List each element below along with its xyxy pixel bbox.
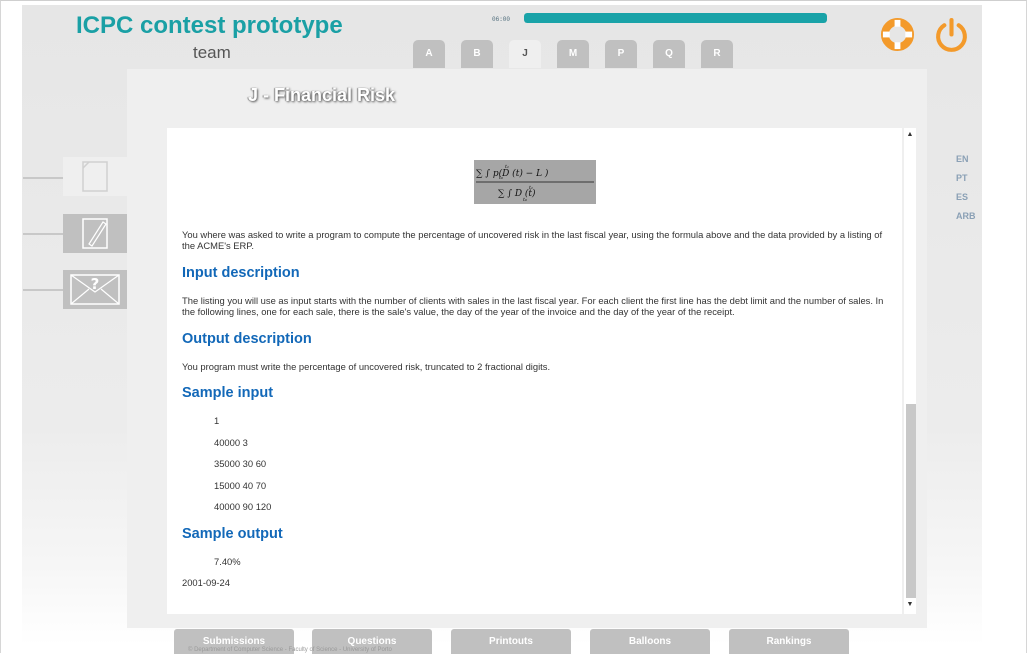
sample-input-line: 40000 3: [214, 437, 248, 448]
tab-problem-m[interactable]: M: [557, 40, 589, 68]
sample-input-line: 15000 40 70: [214, 480, 267, 491]
lifebuoy-icon[interactable]: [880, 17, 915, 52]
sample-input-heading: Sample input: [182, 385, 274, 401]
output-description: You program must write the percentage of…: [182, 361, 551, 372]
scrollbar-thumb[interactable]: [906, 404, 916, 598]
submit-solution-button[interactable]: [63, 214, 127, 253]
tab-problem-j[interactable]: J: [509, 40, 541, 68]
contest-progress-bar: [524, 13, 827, 23]
tab-problem-r[interactable]: R: [701, 40, 733, 68]
progress-fill: [524, 13, 827, 23]
input-heading: Input description: [182, 265, 300, 281]
scroll-down-arrow-icon[interactable]: ▼: [904, 600, 916, 610]
side-connector: [23, 233, 63, 235]
svg-text:t₀: t₀: [523, 197, 527, 203]
power-icon[interactable]: [933, 16, 970, 53]
scroll-up-arrow-icon[interactable]: ▲: [904, 130, 916, 140]
nav-rankings[interactable]: Rankings: [729, 629, 849, 654]
sample-output-line: 7.40%: [214, 556, 241, 567]
sample-input-line: 1: [214, 415, 220, 426]
sample-output-heading: Sample output: [182, 526, 283, 542]
team-name: team: [193, 43, 231, 62]
input-description: The listing you will use as input starts…: [182, 295, 884, 317]
problem-title: J - Financial Risk: [248, 85, 396, 105]
svg-text:∑ ∫ p(D (t) − L ): ∑ ∫ p(D (t) − L ): [476, 168, 549, 179]
risk-formula-image: ∑ ∫ p(D (t) − L ) t₁ t₀ ∑ ∫ D (t) t₁ t₀: [474, 160, 596, 204]
timer: 06:00: [492, 16, 511, 23]
sample-input-line: 35000 30 60: [214, 458, 267, 469]
scrollbar[interactable]: ▲ ▼: [904, 128, 916, 614]
side-connector: [23, 289, 63, 291]
svg-text:t₁: t₁: [529, 185, 533, 191]
tab-problem-a[interactable]: A: [413, 40, 445, 68]
language-pt[interactable]: PT: [956, 173, 968, 183]
nav-printouts[interactable]: Printouts: [451, 629, 571, 654]
problem-statement[interactable]: ∑ ∫ p(D (t) − L ) t₁ t₀ ∑ ∫ D (t) t₁ t₀ …: [167, 128, 916, 614]
language-en[interactable]: EN: [956, 154, 969, 164]
problems-view-button[interactable]: [63, 157, 127, 196]
output-heading: Output description: [182, 331, 312, 347]
footer-credits: © Department of Computer Science - Facul…: [188, 647, 392, 653]
problem-content-area: J - Financial Risk ∑ ∫ p(D (t) − L ) t₁ …: [127, 69, 927, 628]
problem-intro: You where was asked to write a program t…: [182, 229, 883, 251]
edit-sheet-icon: [82, 218, 108, 249]
tab-problem-p[interactable]: P: [605, 40, 637, 68]
problem-date: 2001-09-24: [182, 577, 230, 588]
language-es[interactable]: ES: [956, 192, 968, 202]
svg-text:?: ?: [91, 275, 100, 293]
nav-balloons[interactable]: Balloons: [590, 629, 710, 654]
svg-text:t₁: t₁: [505, 164, 509, 170]
tab-problem-b[interactable]: B: [461, 40, 493, 68]
sample-input-line: 40000 90 120: [214, 501, 272, 512]
language-arb[interactable]: ARB: [956, 211, 976, 221]
problem-sheet-icon: [82, 161, 108, 192]
question-mail-icon: ?: [70, 274, 120, 305]
svg-text:t₀: t₀: [499, 175, 503, 181]
ask-question-button[interactable]: ?: [63, 270, 127, 309]
tab-problem-q[interactable]: Q: [653, 40, 685, 68]
app-title: ICPC contest prototype: [76, 12, 343, 39]
side-connector: [23, 177, 63, 179]
